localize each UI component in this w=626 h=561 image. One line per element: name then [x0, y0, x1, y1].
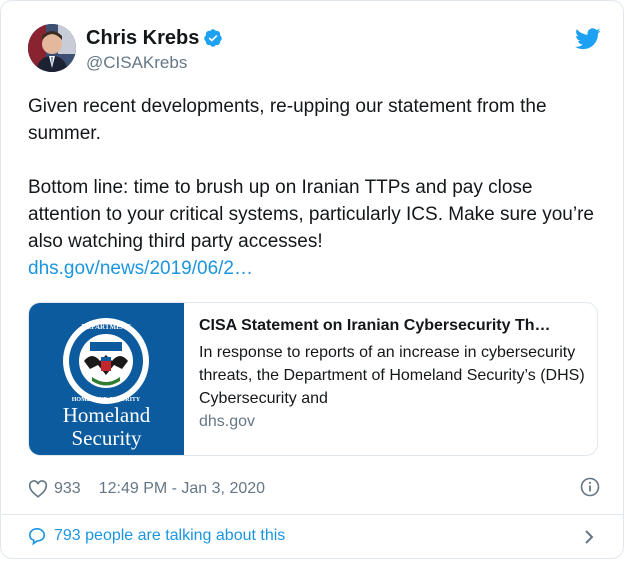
link-card-description: In response to reports of an increase in… [199, 344, 585, 407]
thumbnail-line-2: Security [71, 426, 142, 450]
svg-text:DEPARTMENT: DEPARTMENT [81, 323, 130, 331]
link-preview-card[interactable]: DEPARTMENT HOMELAND SECURITY Homeland Se… [28, 302, 598, 456]
avatar[interactable] [28, 24, 76, 72]
author-handle[interactable]: @CISAKrebs [86, 53, 187, 73]
info-icon[interactable] [580, 477, 600, 497]
speech-bubble-icon [28, 527, 46, 545]
link-card-domain: dhs.gov [199, 413, 256, 430]
tweet-paragraph-1: Given recent developments, re-upping our… [28, 96, 547, 144]
timestamp[interactable]: 12:49 PM - Jan 3, 2020 [99, 480, 265, 498]
thumbnail-line-1: Homeland [62, 403, 151, 427]
divider [2, 514, 624, 515]
dhs-thumbnail: DEPARTMENT HOMELAND SECURITY Homeland Se… [29, 303, 184, 455]
tweet-card: Chris Krebs @CISAKrebs Given recent deve… [0, 0, 624, 559]
chevron-right-icon[interactable] [583, 529, 595, 545]
heart-icon[interactable] [28, 480, 48, 498]
link-card-body: CISA Statement on Iranian Cybersecurity … [199, 317, 589, 431]
talking-text[interactable]: 793 people are talking about this [54, 527, 285, 545]
like-count[interactable]: 933 [54, 480, 81, 498]
twitter-bird-icon[interactable] [575, 28, 601, 50]
conversation-link[interactable]: 793 people are talking about this [28, 527, 285, 545]
link-card-title: CISA Statement on Iranian Cybersecurity … [199, 317, 551, 334]
author-name[interactable]: Chris Krebs [86, 27, 199, 50]
tweet-link[interactable]: dhs.gov/news/2019/06/2… [28, 258, 253, 279]
tweet-meta: 933 12:49 PM - Jan 3, 2020 [28, 478, 265, 500]
tweet-text: Given recent developments, re-upping our… [28, 93, 598, 282]
tweet-paragraph-2: Bottom line: time to brush up on Iranian… [28, 177, 594, 252]
dhs-seal-icon: DEPARTMENT HOMELAND SECURITY [63, 318, 149, 404]
verified-badge-icon [204, 29, 222, 47]
